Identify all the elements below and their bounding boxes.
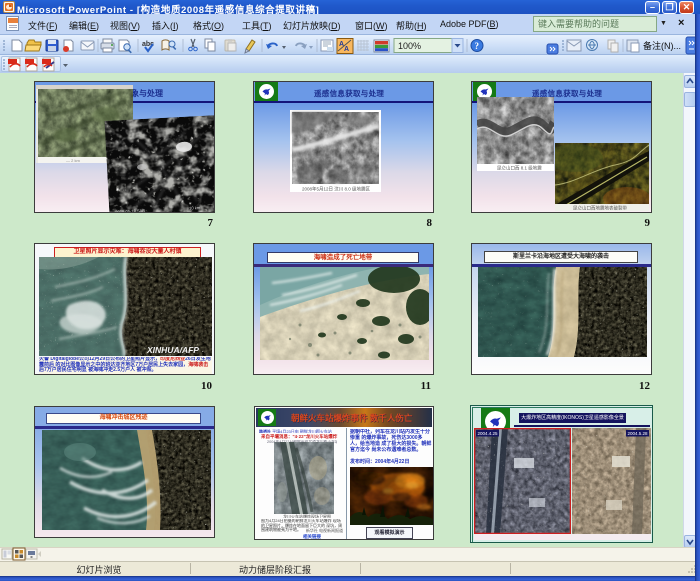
svg-text:备注(N)...: 备注(N)... [643, 40, 681, 51]
svg-text:2008-05-18 SAR: 2008-05-18 SAR [115, 208, 145, 213]
svg-text:XINHUA/AFP: XINHUA/AFP [146, 345, 199, 355]
svg-text:?: ? [475, 41, 480, 51]
svg-text:2008年5月12日 汶川 8.0 级地震区: 2008年5月12日 汶川 8.0 级地震区 [302, 186, 371, 193]
svg-text:A: A [344, 46, 349, 53]
svg-text:2004.5.28: 2004.5.28 [628, 431, 649, 436]
svg-text:10 km: 10 km [189, 205, 201, 211]
svg-text:100%: 100% [398, 41, 421, 51]
svg-text:— 2 km: — 2 km [66, 158, 80, 163]
svg-text:昆仑山口西地震地表破裂带: 昆仑山口西地震地表破裂带 [573, 205, 627, 212]
svg-text:2004.4.25: 2004.4.25 [478, 431, 499, 436]
svg-text:昆仑山口西 8.1 级地震: 昆仑山口西 8.1 级地震 [497, 165, 542, 172]
